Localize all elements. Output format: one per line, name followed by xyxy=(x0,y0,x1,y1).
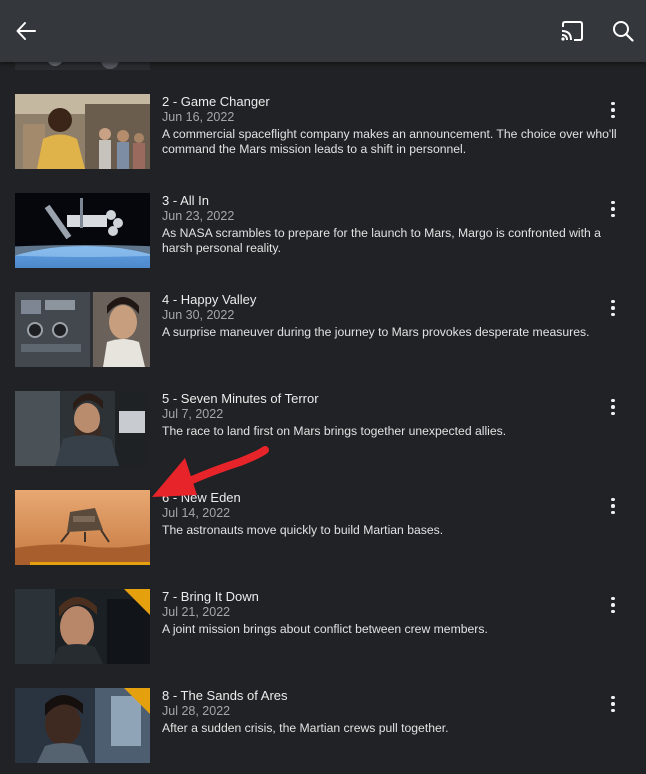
episode-date: Jun 16, 2022 xyxy=(162,110,235,124)
back-button[interactable] xyxy=(10,15,42,47)
more-options-icon[interactable] xyxy=(603,98,623,122)
episode-description: A joint mission brings about conflict be… xyxy=(162,622,488,636)
episode-date: Jun 30, 2022 xyxy=(162,308,235,322)
episode-row[interactable]: 3 - All In Jun 23, 2022 As NASA scramble… xyxy=(0,193,646,273)
unwatched-corner-badge xyxy=(124,688,150,714)
episode-title[interactable]: 3 - All In xyxy=(162,193,209,208)
episode-date: Jul 21, 2022 xyxy=(162,605,231,619)
episode-thumbnail[interactable] xyxy=(15,589,150,664)
episode-thumbnail[interactable] xyxy=(15,490,150,565)
episode-row[interactable]: 5 - Seven Minutes of Terror Jul 7, 2022 … xyxy=(0,391,646,471)
search-button[interactable] xyxy=(607,15,639,47)
episode-date: Jul 7, 2022 xyxy=(162,407,224,421)
unwatched-corner-badge xyxy=(124,589,150,615)
episode-title[interactable]: 4 - Happy Valley xyxy=(162,292,256,307)
episode-description: After a sudden crisis, the Martian crews… xyxy=(162,721,449,735)
episode-date: Jul 14, 2022 xyxy=(162,506,231,520)
episode-description: The race to land first on Mars brings to… xyxy=(162,424,507,438)
cast-button[interactable] xyxy=(556,15,588,47)
episode-row[interactable]: 4 - Happy Valley Jun 30, 2022 A surprise… xyxy=(0,292,646,372)
more-options-icon[interactable] xyxy=(603,395,623,419)
top-app-bar xyxy=(0,0,646,62)
episode-thumbnail[interactable] xyxy=(15,688,150,763)
episode-row[interactable]: 6 - New Eden Jul 14, 2022 The astronauts… xyxy=(0,490,646,570)
more-options-icon[interactable] xyxy=(603,197,623,221)
episode-title[interactable]: 5 - Seven Minutes of Terror xyxy=(162,391,319,406)
episode-thumbnail[interactable] xyxy=(15,193,150,268)
watched-progress-bar xyxy=(30,562,150,565)
episode-date: Jul 28, 2022 xyxy=(162,704,231,718)
more-options-icon[interactable] xyxy=(603,692,623,716)
episode-description: A commercial spaceflight company makes a… xyxy=(162,127,617,156)
arrow-left-icon xyxy=(16,22,36,40)
episode-title[interactable]: 8 - The Sands of Ares xyxy=(162,688,288,703)
more-options-icon[interactable] xyxy=(603,296,623,320)
episode-row[interactable]: 7 - Bring It Down Jul 21, 2022 A joint m… xyxy=(0,589,646,669)
more-options-icon[interactable] xyxy=(603,494,623,518)
cast-icon xyxy=(561,21,583,41)
episode-title[interactable]: 7 - Bring It Down xyxy=(162,589,259,604)
episode-thumbnail[interactable] xyxy=(15,292,150,367)
episode-list: 2 - Game Changer Jun 16, 2022 A commerci… xyxy=(0,0,646,774)
episode-row[interactable]: 2 - Game Changer Jun 16, 2022 A commerci… xyxy=(0,94,646,174)
episode-description: The astronauts move quickly to build Mar… xyxy=(162,523,444,537)
episode-description: As NASA scrambles to prepare for the lau… xyxy=(162,226,601,255)
episode-thumbnail[interactable] xyxy=(15,94,150,169)
more-options-icon[interactable] xyxy=(603,593,623,617)
episode-title[interactable]: 2 - Game Changer xyxy=(162,94,270,109)
episode-thumbnail[interactable] xyxy=(15,391,150,466)
search-icon xyxy=(613,21,634,42)
episode-title[interactable]: 6 - New Eden xyxy=(162,490,241,505)
episode-row[interactable]: 8 - The Sands of Ares Jul 28, 2022 After… xyxy=(0,688,646,768)
episode-description: A surprise maneuver during the journey t… xyxy=(162,325,590,339)
episode-date: Jun 23, 2022 xyxy=(162,209,235,223)
